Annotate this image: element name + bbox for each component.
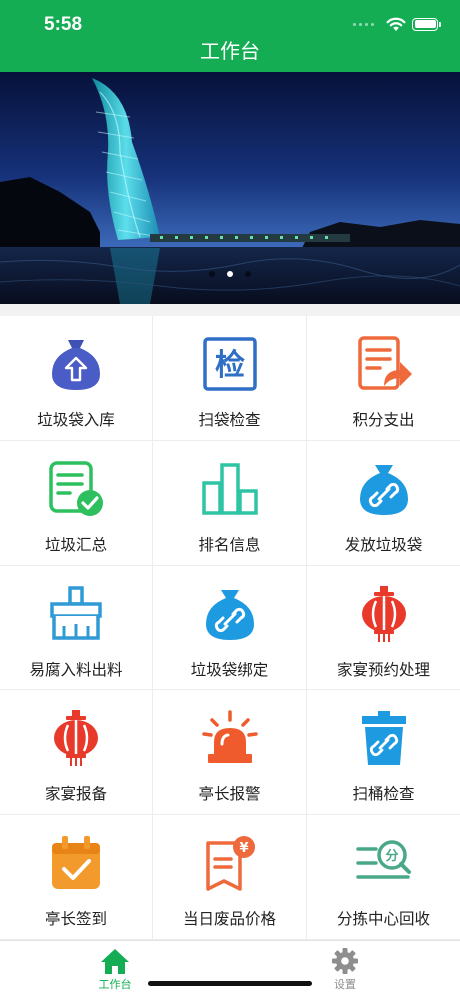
tab-workbench-label: 工作台 (98, 978, 132, 991)
tab-workbench[interactable]: 工作台 (75, 947, 155, 992)
alarm-light-icon (201, 710, 258, 764)
grid-item-points-expense[interactable]: 积分支出 (307, 316, 460, 441)
pager-dot-active[interactable] (227, 271, 233, 277)
price-tag-icon: ¥ (205, 836, 255, 891)
grid-item-bag-storage[interactable]: 垃圾袋入库 (0, 316, 153, 441)
grid-item-scan-bag-check[interactable]: 检 扫袋检查 (153, 316, 307, 441)
grid-item-ranking[interactable]: 排名信息 (153, 440, 307, 566)
broom-icon (50, 585, 102, 640)
calendar-check-icon (52, 836, 100, 890)
status-time: 5:58 (44, 14, 83, 35)
document-share-icon (357, 336, 412, 390)
grid-item-banquet-reservation[interactable]: 家宴预约处理 (307, 566, 460, 691)
bin-check-icon (361, 711, 406, 766)
gear-icon (332, 948, 358, 974)
bar-chart-icon (201, 463, 258, 515)
grid-item-scan-bin-check[interactable]: 扫桶检查 (307, 690, 460, 816)
grid-item-label: 分拣中心回收 (336, 910, 430, 929)
grid-item-warden-alarm[interactable]: 亭长报警 (153, 690, 307, 816)
grid-item-label: 垃圾汇总 (44, 535, 107, 554)
tab-settings[interactable]: 设置 (305, 947, 385, 992)
grid-item-sorting-center-recycle[interactable]: 分 分拣中心回收 (307, 815, 460, 940)
signal-dots-icon (353, 22, 374, 26)
grid-item-bag-binding[interactable]: 垃圾袋绑定 (153, 565, 307, 691)
carousel-pager[interactable] (0, 271, 460, 277)
home-indicator (148, 981, 312, 986)
tab-settings-label: 设置 (334, 978, 356, 991)
grid-item-label: 垃圾袋入库 (37, 411, 115, 429)
home-icon (101, 949, 129, 974)
page-title: 工作台 (200, 39, 260, 63)
grid-item-label: 家宴报备 (44, 785, 107, 804)
checklist-icon (49, 461, 103, 516)
grid-item-warden-checkin[interactable]: 亭长签到 (0, 815, 153, 940)
grid-item-perishable-in-out[interactable]: 易腐入料出料 (0, 565, 153, 691)
grid-item-label: 发放垃圾袋 (344, 535, 423, 554)
grid-item-daily-scrap-price[interactable]: ¥ 当日废品价格 (153, 815, 307, 940)
svg-text:检: 检 (215, 348, 245, 383)
grid-item-label: 易腐入料出料 (29, 660, 123, 679)
battery-icon (412, 17, 441, 31)
sort-search-icon: 分 (355, 840, 411, 879)
pager-dot[interactable] (245, 271, 251, 277)
grid-item-label: 排名信息 (198, 535, 261, 554)
bag-upload-icon (52, 340, 100, 390)
app-header: 5:58 工作台 (0, 0, 460, 72)
svg-text:分: 分 (385, 848, 398, 864)
inspect-icon: 检 (202, 337, 257, 391)
wifi-icon (386, 17, 406, 31)
bottom-tab-bar: 工作台 设置 (0, 940, 460, 996)
pager-dot[interactable] (209, 271, 215, 277)
banner-image (0, 72, 460, 304)
svg-text:¥: ¥ (239, 841, 248, 856)
lantern-report-icon (54, 710, 98, 767)
lantern-icon (361, 585, 406, 642)
grid-item-label: 扫桶检查 (352, 785, 415, 804)
grid-item-label: 当日废品价格 (182, 910, 276, 929)
bag-bind-icon (205, 589, 254, 640)
grid-item-distribute-bags[interactable]: 发放垃圾袋 (307, 441, 460, 566)
banner-carousel[interactable] (0, 72, 460, 304)
grid-item-banquet-report[interactable]: 家宴报备 (0, 690, 153, 816)
grid-item-label: 亭长签到 (44, 910, 107, 929)
grid-item-label: 扫袋检查 (198, 411, 261, 429)
grid-item-label: 家宴预约处理 (336, 660, 430, 679)
grid-item-label: 积分支出 (352, 411, 415, 429)
function-grid: 垃圾袋入库 检 扫袋检查 积分支出 垃圾汇总 排名信息 发放垃圾袋 易腐入料出料… (0, 316, 460, 940)
status-icons (353, 14, 441, 34)
grid-item-label: 垃圾袋绑定 (190, 660, 269, 679)
grid-item-waste-summary[interactable]: 垃圾汇总 (0, 440, 153, 566)
bag-link-icon (359, 464, 408, 515)
grid-item-label: 亭长报警 (198, 785, 261, 804)
